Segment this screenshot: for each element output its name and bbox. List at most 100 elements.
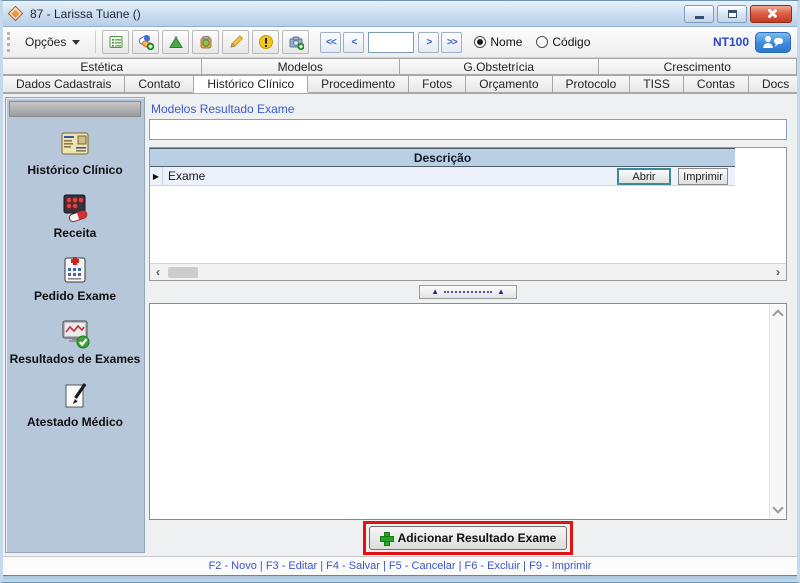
scrollbar-thumb[interactable] [168,266,198,278]
radio-nome[interactable]: Nome [474,35,522,49]
tab-crescimento[interactable]: Crescimento [597,58,797,75]
section-title: Modelos Resultado Exame [151,102,295,116]
close-button[interactable] [750,4,792,23]
tab-row-secondary: Estética Modelos G.Obstetrícia Crescimen… [3,58,797,75]
nav-prev-button[interactable]: < [343,31,365,53]
tab-procedimento[interactable]: Procedimento [307,75,410,93]
add-result-label: Adicionar Resultado Exame [397,531,557,545]
main-panel: Modelos Resultado Exame Descrição ▶ Exam… [149,96,787,556]
minimize-button[interactable] [684,4,714,23]
window-title: 87 - Larissa Tuane () [30,6,141,21]
highlight-annotation: Adicionar Resultado Exame [362,521,574,555]
alert-icon [258,35,273,49]
tab-historico-clinico[interactable]: Histórico Clínico [193,75,309,93]
minimize-icon [694,15,704,19]
maximize-icon [727,9,737,18]
tab-contato[interactable]: Contato [124,75,195,93]
scroll-down-icon[interactable] [771,502,784,514]
content-area: Histórico Clínico Receita Pedido Exame R… [3,94,797,556]
edit-button[interactable] [222,30,250,54]
open-button[interactable]: Abrir [617,168,671,185]
vertical-scrollbar[interactable] [769,305,785,518]
sidebar-header [9,101,141,117]
table-row[interactable]: ▶ Exame Abrir Imprimir [150,167,735,186]
toolbar-grip [7,32,10,52]
sidebar-item-pedido-exame[interactable]: Pedido Exame [9,253,141,303]
sidebar-item-label: Histórico Clínico [27,163,123,177]
photo-add-button[interactable] [282,30,310,54]
scroll-right-icon[interactable]: › [770,265,786,279]
collapse-panel-button[interactable]: ▲ ▲ [419,285,517,299]
alert-button[interactable] [252,30,280,54]
record-number-input[interactable] [368,31,415,53]
sidebar-item-atestado-medico[interactable]: Atestado Médico [9,379,141,429]
procedure-button[interactable] [192,30,220,54]
status-bar: F2 - Novo | F3 - Editar | F4 - Salvar | … [3,556,797,575]
radio-codigo[interactable]: Código [536,35,590,49]
user-chat-icon [763,36,783,48]
triangle-up-icon: ▲ [431,287,439,296]
tab-modelos[interactable]: Modelos [200,58,400,75]
result-editor[interactable] [150,304,786,519]
plus-icon [379,532,394,546]
tab-gobstetricia[interactable]: G.Obstetrícia [399,58,599,75]
record-form-button[interactable] [102,30,130,54]
tab-tiss[interactable]: TISS [629,75,684,93]
title-bar: 87 - Larissa Tuane () [3,1,797,27]
chevron-down-icon [72,39,81,45]
model-filter-input[interactable] [149,119,787,140]
record-form-icon [109,36,123,48]
maximize-button[interactable] [717,4,747,23]
tab-docs[interactable]: Docs [747,75,797,93]
procedure-jar-icon [200,36,212,49]
toolbar: Opções << < > >> Nome Código NT100 [3,27,797,58]
nav-first-button[interactable]: << [320,31,342,53]
sidebar-item-historico-clinico[interactable]: Histórico Clínico [9,127,141,177]
nav-next-button[interactable]: > [418,31,440,53]
sidebar-item-label: Receita [53,226,97,240]
horizontal-scrollbar[interactable]: ‹ › [150,263,786,280]
options-menu-button[interactable]: Opções [16,31,89,53]
models-table: Descrição ▶ Exame Abrir Imprimir ‹ › [149,147,787,281]
sidebar-item-label: Resultados de Exames [9,352,141,366]
sidebar-item-label: Pedido Exame [33,289,117,303]
splitter-grip-icon [444,291,492,293]
scroll-left-icon[interactable]: ‹ [150,265,166,279]
scroll-up-icon[interactable] [771,309,784,321]
tab-fotos[interactable]: Fotos [408,75,467,93]
exam-flask-icon [168,36,183,48]
sidebar-item-receita[interactable]: Receita [9,190,141,240]
certificate-icon [65,383,87,408]
nav-last-button[interactable]: >> [441,31,463,53]
sidebar: Histórico Clínico Receita Pedido Exame R… [5,97,145,553]
exam-button[interactable] [162,30,190,54]
sidebar-item-label: Atestado Médico [26,415,123,429]
tab-row-main: Dados Cadastrais Contato Histórico Clíni… [3,75,797,94]
tab-protocolo[interactable]: Protocolo [551,75,631,93]
radio-selected-icon [474,36,487,48]
row-selector-icon: ▶ [150,167,163,185]
edit-pencil-icon [230,35,243,48]
tab-dados-cadastrais[interactable]: Dados Cadastrais [3,75,126,93]
tab-contas[interactable]: Contas [682,75,749,93]
result-editor-panel [149,303,787,520]
prescription-button[interactable] [132,30,160,54]
radio-codigo-label: Código [552,35,591,49]
add-result-button[interactable]: Adicionar Resultado Exame [368,526,568,550]
chat-button[interactable] [755,31,791,53]
row-description: Exame [168,169,206,183]
table-header-descricao: Descrição [150,148,735,167]
app-logo-icon [7,5,24,22]
tab-orcamento[interactable]: Orçamento [465,75,553,93]
splitter: ▲ ▲ [149,281,787,303]
medical-record-icon [61,132,89,155]
action-row: Adicionar Resultado Exame [149,520,787,556]
sidebar-item-resultados-exames[interactable]: Resultados de Exames [9,316,141,366]
close-icon [766,8,777,19]
app-window: 87 - Larissa Tuane () Opções << < > >> N… [0,0,800,583]
photo-camera-add-icon [289,36,304,50]
tab-estetica[interactable]: Estética [3,58,202,75]
window-bottom-frame [3,575,797,582]
triangle-up-icon: ▲ [497,287,505,296]
print-button[interactable]: Imprimir [678,168,728,185]
